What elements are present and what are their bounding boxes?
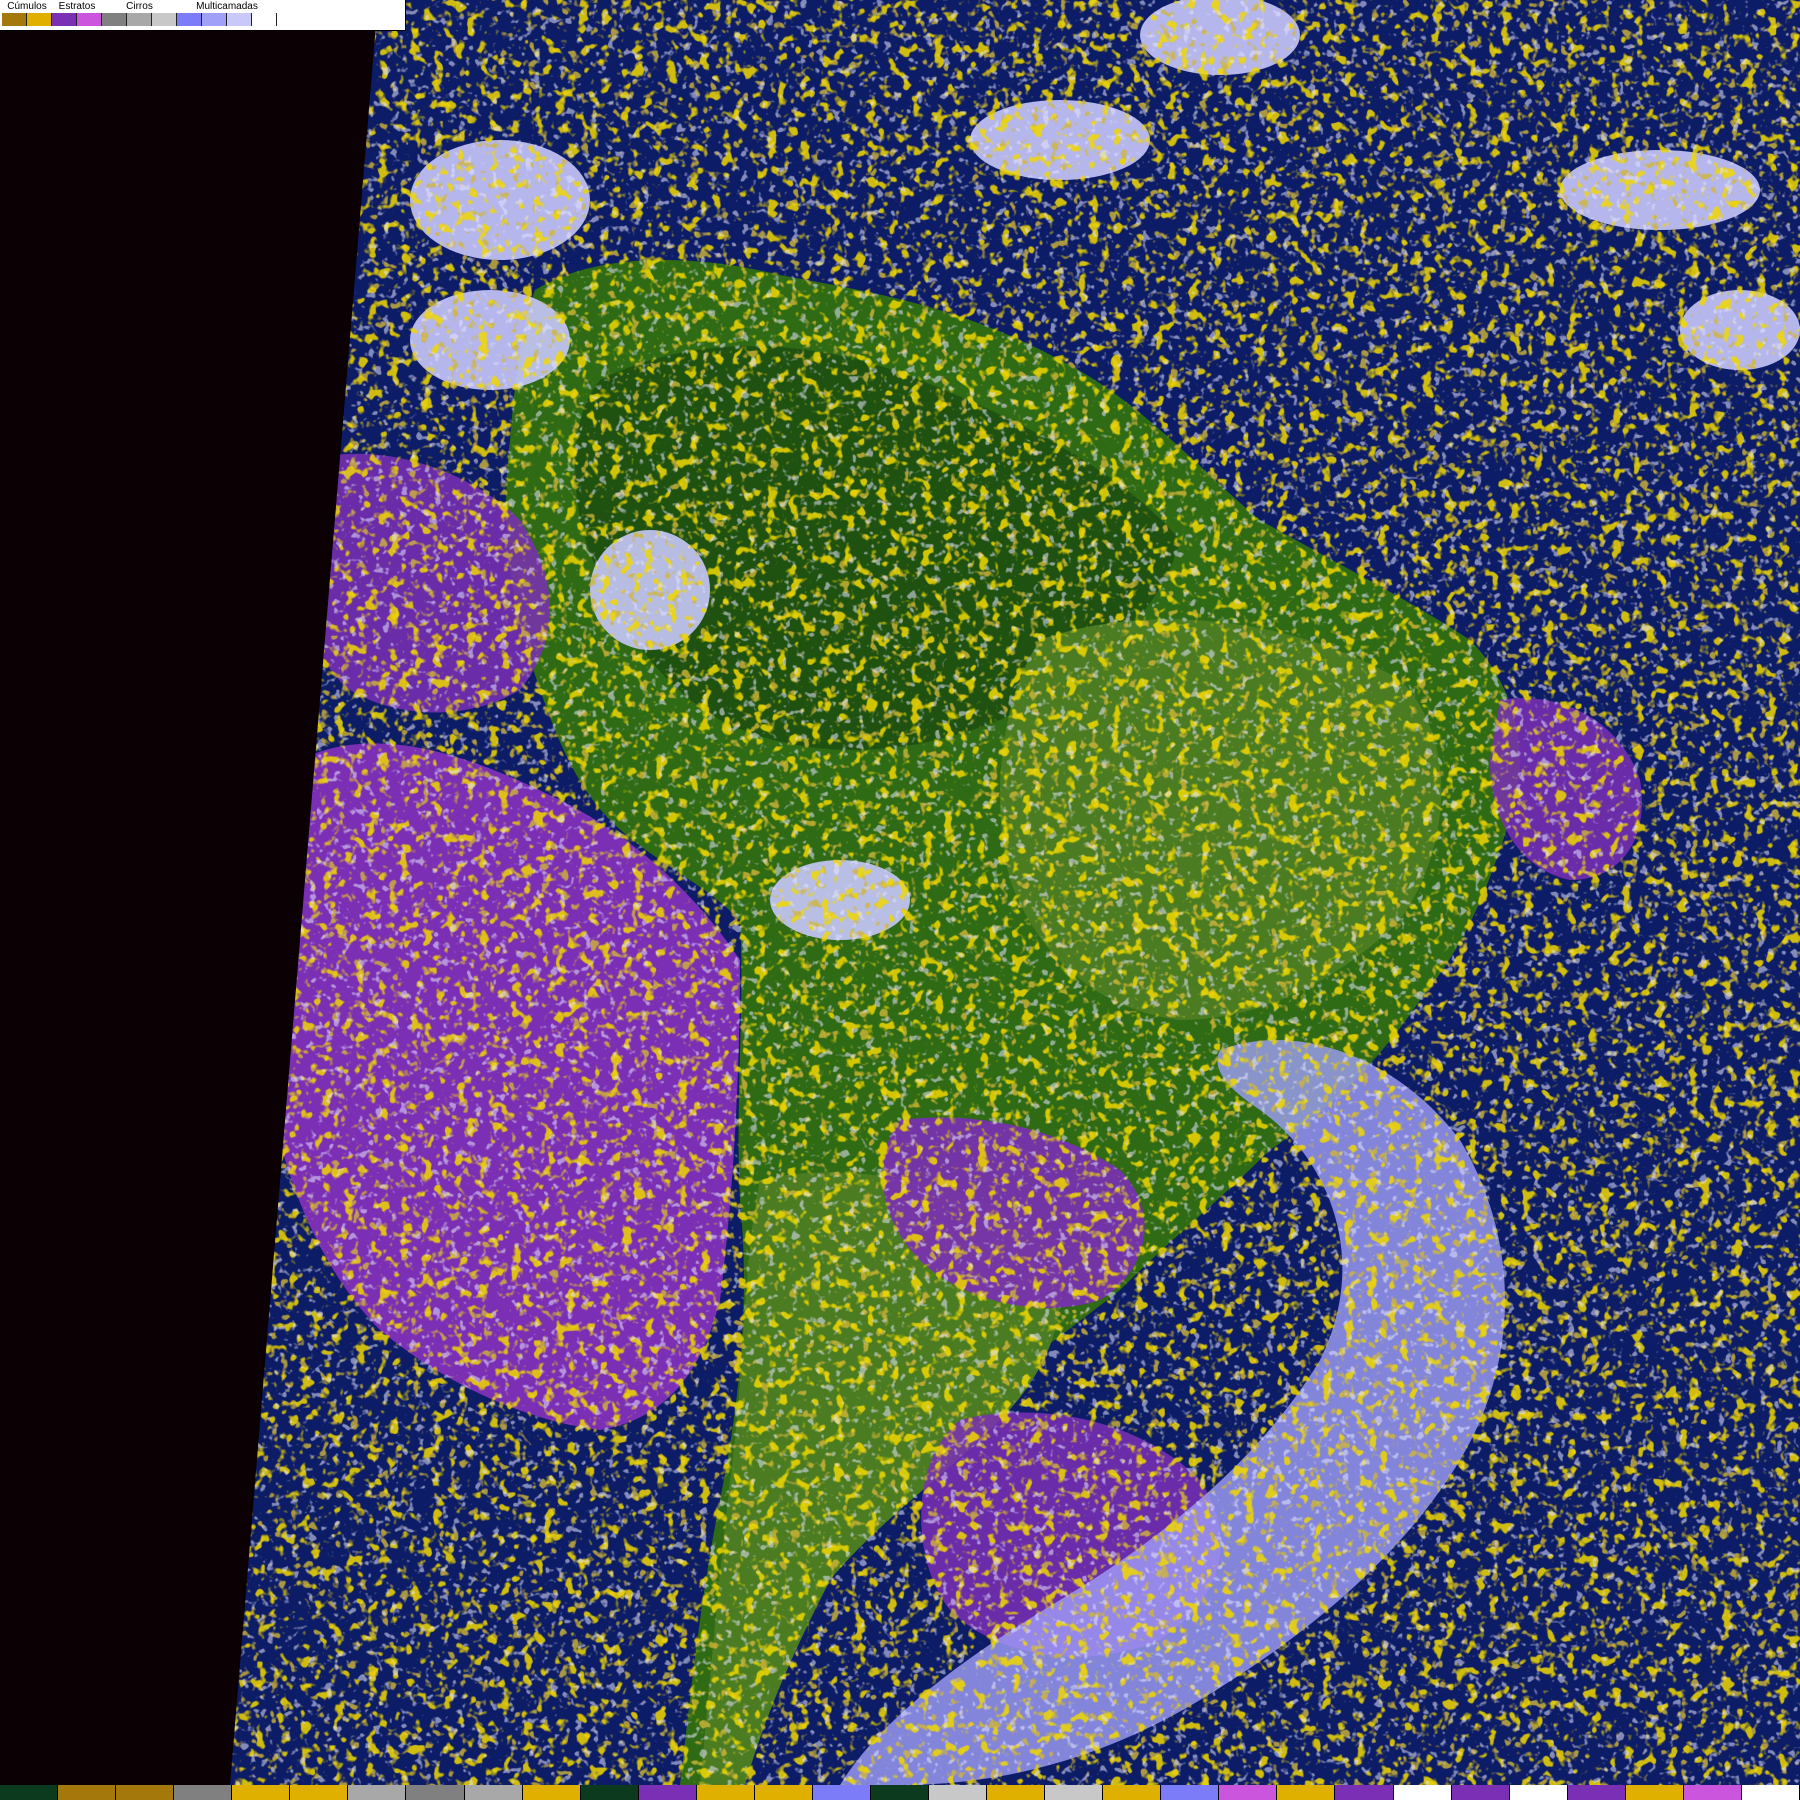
color-scale-cell [348, 1785, 407, 1800]
color-scale-cell [812, 1785, 871, 1800]
color-scale-cell [1683, 1785, 1742, 1800]
color-scale-cell [232, 1785, 291, 1800]
legend-swatch [177, 13, 202, 26]
color-scale-cell [580, 1785, 639, 1800]
legend-swatch [252, 13, 277, 26]
color-scale-cell [406, 1785, 465, 1800]
legend-swatch [202, 13, 227, 26]
color-scale-cell [290, 1785, 349, 1800]
cloud-type-legend: Cúmulos Estratos Cirros Multicamadas [0, 0, 406, 31]
color-scale-cell [1509, 1785, 1568, 1800]
color-scale-cell [1219, 1785, 1278, 1800]
legend-swatch [152, 13, 177, 26]
legend-group-label: Cirros [126, 1, 153, 12]
color-scale-cell [58, 1785, 117, 1800]
legend-swatch [52, 13, 77, 26]
legend-group-label: Estratos [58, 1, 96, 12]
legend-swatch [27, 13, 52, 26]
color-scale-cell [464, 1785, 523, 1800]
color-scale-cell [1103, 1785, 1162, 1800]
color-scale-cell [0, 1785, 59, 1800]
color-scale-cell [1567, 1785, 1626, 1800]
color-scale-cell [987, 1785, 1046, 1800]
color-scale-cell [1451, 1785, 1510, 1800]
legend-group: Multicamadas [177, 0, 277, 30]
legend-group: Estratos [52, 0, 102, 30]
color-scale-cell [1741, 1785, 1800, 1800]
color-scale-cell [116, 1785, 175, 1800]
color-scale-cell [638, 1785, 697, 1800]
color-scale-cell [754, 1785, 813, 1800]
legend-swatch [127, 13, 152, 26]
color-scale-cell [1625, 1785, 1684, 1800]
color-scale-cell [1277, 1785, 1336, 1800]
color-scale-cell [1335, 1785, 1394, 1800]
color-scale-cell [174, 1785, 233, 1800]
legend-group: Cirros [102, 0, 177, 30]
color-scale-cell [1393, 1785, 1452, 1800]
color-scale-bar [0, 1785, 1800, 1800]
legend-group-label: Cúmulos [7, 1, 47, 12]
satellite-cloud-classification-map [0, 0, 1800, 1785]
color-scale-cell [870, 1785, 929, 1800]
legend-group: Cúmulos [2, 0, 52, 30]
color-scale-cell [696, 1785, 755, 1800]
legend-swatch [2, 13, 27, 26]
color-scale-cell [1045, 1785, 1104, 1800]
legend-swatch [227, 13, 252, 26]
legend-swatch [102, 13, 127, 26]
color-scale-cell [522, 1785, 581, 1800]
legend-group-label: Multicamadas [196, 1, 258, 12]
legend-swatch [77, 13, 102, 26]
color-scale-cell [929, 1785, 988, 1800]
color-scale-cell [1161, 1785, 1220, 1800]
